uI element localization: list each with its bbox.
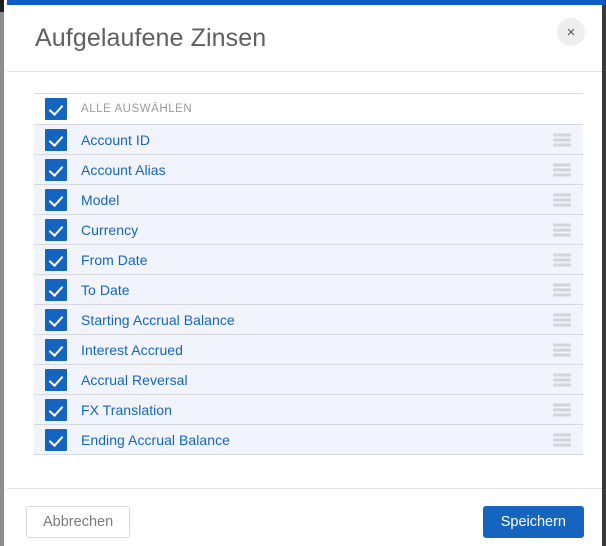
dialog-footer: Abbrechen Speichern (7, 488, 602, 546)
column-label: Model (81, 191, 120, 208)
column-label: FX Translation (81, 401, 172, 418)
drag-handle-icon[interactable] (553, 133, 571, 146)
drag-handle-icon[interactable] (553, 313, 571, 326)
column-list-item[interactable]: From Date (34, 245, 583, 275)
column-label: To Date (81, 281, 130, 298)
column-checkbox[interactable] (45, 308, 67, 331)
column-list-item[interactable]: Starting Accrual Balance (34, 305, 583, 335)
drag-handle-icon[interactable] (553, 343, 571, 356)
column-list: ALLE AUSWÄHLEN Account ID Account Alias Mod… (34, 93, 583, 455)
dialog-body: ALLE AUSWÄHLEN Account ID Account Alias Mod… (7, 72, 602, 488)
drag-handle-icon[interactable] (553, 253, 571, 266)
drag-handle-icon[interactable] (553, 373, 571, 386)
column-label: Account Alias (81, 161, 166, 178)
column-list-item[interactable]: Ending Accrual Balance (34, 425, 583, 455)
column-list-item[interactable]: Account ID (34, 125, 583, 155)
column-checkbox[interactable] (45, 368, 67, 391)
column-list-item[interactable]: Model (34, 185, 583, 215)
drag-handle-icon[interactable] (553, 223, 571, 236)
column-checkbox[interactable] (45, 248, 67, 271)
column-label: Accrual Reversal (81, 371, 188, 388)
cancel-button[interactable]: Abbrechen (26, 506, 131, 538)
column-checkbox[interactable] (45, 188, 67, 211)
column-list-item[interactable]: Account Alias (34, 155, 583, 185)
column-list-item[interactable]: Currency (34, 215, 583, 245)
column-list-item[interactable]: FX Translation (34, 395, 583, 425)
drag-handle-icon[interactable] (553, 403, 571, 416)
close-icon: × (566, 23, 576, 41)
column-label: Currency (81, 221, 139, 238)
dialog-header: Aufgelaufene Zinsen × (7, 5, 602, 72)
column-label: Ending Accrual Balance (81, 431, 230, 448)
column-checkbox[interactable] (45, 338, 67, 361)
drag-handle-icon[interactable] (553, 433, 571, 446)
drag-handle-icon[interactable] (553, 193, 571, 206)
column-list-item[interactable]: Accrual Reversal (34, 365, 583, 395)
column-label: Starting Accrual Balance (81, 311, 235, 328)
column-label: From Date (81, 251, 148, 268)
select-all-checkbox[interactable] (45, 98, 67, 120)
column-checkbox[interactable] (45, 428, 67, 451)
close-button[interactable]: × (557, 18, 585, 46)
column-list-item[interactable]: To Date (34, 275, 583, 305)
window-left-edge-top (0, 0, 4, 12)
window-right-edge (602, 0, 606, 546)
drag-handle-icon[interactable] (553, 283, 571, 296)
drag-handle-icon[interactable] (553, 163, 571, 176)
dialog-title: Aufgelaufene Zinsen (35, 23, 267, 52)
select-all-row[interactable]: ALLE AUSWÄHLEN (34, 94, 583, 125)
select-all-label: ALLE AUSWÄHLEN (81, 103, 193, 115)
column-chooser-dialog: Aufgelaufene Zinsen × ALLE AUSWÄHLEN Acco… (0, 0, 606, 546)
column-label: Account ID (81, 131, 150, 148)
column-checkbox[interactable] (45, 398, 67, 421)
column-checkbox[interactable] (45, 128, 67, 151)
column-checkbox[interactable] (45, 158, 67, 181)
column-checkbox[interactable] (45, 218, 67, 241)
window-left-edge (0, 0, 4, 546)
column-list-item[interactable]: Interest Accrued (34, 335, 583, 365)
column-checkbox[interactable] (45, 278, 67, 301)
column-label: Interest Accrued (81, 341, 183, 358)
save-button[interactable]: Speichern (482, 506, 584, 538)
